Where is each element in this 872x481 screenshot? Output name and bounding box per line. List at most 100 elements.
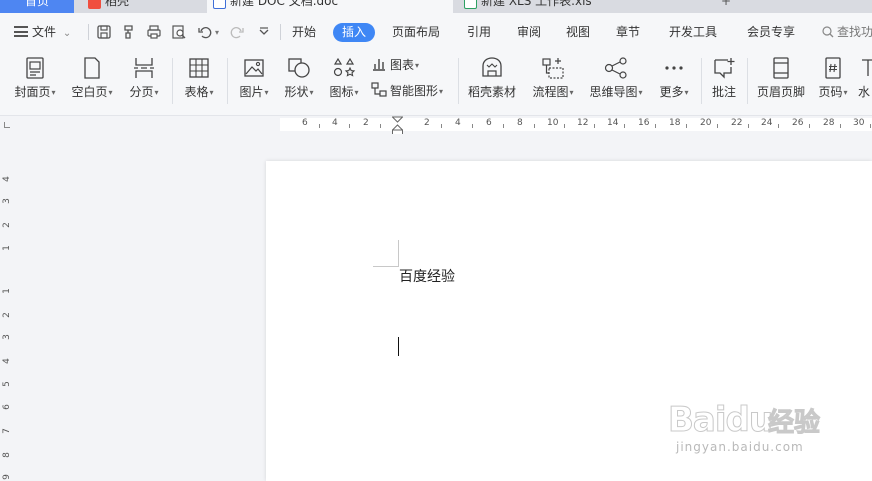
page-break-label: 分页 (129, 85, 154, 99)
ribbon-tab-chapter[interactable]: 章节 (616, 23, 640, 42)
ribbon-tab-references[interactable]: 引用 (467, 23, 491, 42)
print-preview-icon[interactable] (171, 24, 187, 40)
cover-page-icon (26, 57, 44, 79)
ruler-tick (319, 124, 320, 128)
ruler-number: 2 (1, 222, 12, 228)
ruler-track (280, 118, 872, 131)
ribbon-tab-view[interactable]: 视图 (566, 23, 590, 42)
table-button[interactable]: 表格▾ (180, 56, 218, 108)
icon-library-button[interactable]: 图标▾ (325, 56, 363, 108)
new-tab-button[interactable]: + (716, 0, 736, 13)
ruler-number: 4 (1, 358, 12, 364)
more-button[interactable]: 更多▾ (655, 56, 693, 108)
ribbon-tab-review[interactable]: 审阅 (517, 23, 541, 42)
ruler-tick (870, 124, 871, 128)
ruler-number: 4 (1, 176, 12, 182)
watermark-button[interactable]: 水 (858, 56, 872, 108)
tab-stop-selector[interactable] (4, 122, 10, 128)
caret-down-icon: ▾ (209, 88, 214, 97)
comment-label: 批注 (711, 85, 736, 99)
ruler-number: 2 (424, 118, 430, 128)
ribbon-tab-member[interactable]: 会员专享 (747, 23, 795, 42)
menu-bar: 文件 ⌄ ▾ 开始 插入 页面布局 引用 审阅 视图 章节 开发工具 会员专享 … (0, 13, 872, 50)
caret-down-icon: ▾ (309, 88, 314, 97)
shape-button[interactable]: 形状▾ (280, 56, 318, 108)
caret-down-icon: ▾ (354, 88, 359, 97)
tab-docer[interactable]: 稻壳 (84, 0, 196, 13)
ruler-number: 8 (517, 118, 523, 128)
tab-docer-label: 稻壳 (105, 0, 130, 8)
page-break-button[interactable]: 分页▾ (125, 56, 163, 108)
chart-button[interactable]: 图表▾ (371, 56, 419, 74)
watermark-url: jingyan.baidu.com (676, 440, 804, 454)
ruler-number: 30 (853, 118, 865, 128)
smart-art-icon (371, 82, 387, 97)
ruler-number: 18 (669, 118, 681, 128)
icon-library-label: 图标 (329, 85, 354, 99)
table-icon (189, 58, 209, 78)
divider (701, 58, 702, 104)
tab-xls-file[interactable]: 新建 XLS 工作表.xls (458, 0, 704, 13)
ribbon-tab-home[interactable]: 开始 (292, 23, 316, 42)
comment-button[interactable]: 批注 (708, 56, 740, 108)
divider (88, 24, 89, 40)
docer-material-label: 稻壳素材 (467, 85, 516, 99)
page-break-icon (134, 58, 154, 78)
page-number-button[interactable]: 页码▾ (814, 56, 852, 108)
more-dots-icon (665, 66, 683, 70)
caret-down-icon: ▾ (154, 88, 159, 97)
undo-icon[interactable] (197, 24, 213, 40)
ruler-number: 4 (332, 118, 338, 128)
margin-corner-mark (373, 266, 399, 267)
undo-dropdown-icon[interactable]: ▾ (215, 28, 219, 37)
indent-marker-icon[interactable] (392, 116, 403, 136)
ruler-tick (441, 124, 442, 128)
document-paragraph[interactable]: 百度经验 (399, 268, 455, 286)
format-painter-icon[interactable] (121, 24, 137, 40)
print-icon[interactable] (146, 24, 162, 40)
search-command[interactable]: 查找功 (822, 23, 872, 41)
search-label: 查找功 (837, 25, 872, 39)
cover-page-button[interactable]: 封面页▾ (12, 56, 58, 108)
ribbon-tab-developer[interactable]: 开发工具 (669, 23, 717, 42)
chevron-down-icon: ⌄ (62, 28, 72, 39)
caret-down-icon: ▾ (264, 88, 269, 97)
ruler-number: 2 (363, 118, 369, 128)
header-footer-button[interactable]: 页眉页脚 (754, 56, 808, 108)
redo-icon[interactable] (229, 24, 245, 40)
ruler-number: 26 (792, 118, 804, 128)
ruler-number: 3 (1, 334, 12, 340)
flowchart-label: 流程图 (532, 85, 569, 99)
plus-icon: + (720, 0, 732, 8)
cover-page-label: 封面页 (14, 85, 51, 99)
caret-down-icon: ▾ (638, 88, 643, 97)
baidu-logo: Baidu (667, 400, 773, 441)
tab-home[interactable]: 首页 (0, 0, 74, 13)
save-icon[interactable] (96, 24, 112, 40)
customize-toolbar-icon[interactable] (256, 24, 272, 40)
ribbon-tab-page-layout[interactable]: 页面布局 (392, 23, 440, 42)
picture-button[interactable]: 图片▾ (235, 56, 273, 108)
smart-art-button[interactable]: 智能图形▾ (371, 82, 443, 100)
ruler-number: 16 (638, 118, 650, 128)
flowchart-button[interactable]: 流程图▾ (528, 56, 578, 108)
excel-sheet-icon (464, 0, 477, 9)
blank-page-button[interactable]: 空白页▾ (69, 56, 115, 108)
flowchart-icon (542, 58, 564, 79)
shape-icon (288, 58, 310, 78)
tab-doc-file[interactable]: 新建 DOC 文档.doc (207, 0, 453, 13)
word-doc-icon (213, 0, 226, 9)
ribbon-tab-insert[interactable]: 插入 (333, 23, 376, 42)
ruler-number: 9 (1, 474, 12, 480)
ruler-number: 2 (1, 312, 12, 318)
more-label: 更多 (659, 85, 684, 99)
vertical-ruler[interactable]: 4 3 2 1 1 2 3 4 5 6 7 8 9 (0, 134, 14, 481)
file-menu-button[interactable]: 文件 ⌄ (14, 23, 71, 41)
search-icon (822, 26, 834, 38)
app-tab-strip: 首页 稻壳 新建 DOC 文档.doc 新建 XLS 工作表.xls + (0, 0, 872, 13)
mind-map-button[interactable]: 思维导图▾ (586, 56, 646, 108)
ruler-tick (778, 124, 779, 128)
docer-material-button[interactable]: 稻壳素材 (466, 56, 518, 108)
ruler-number: 22 (731, 118, 743, 128)
ruler-tick (809, 124, 810, 128)
